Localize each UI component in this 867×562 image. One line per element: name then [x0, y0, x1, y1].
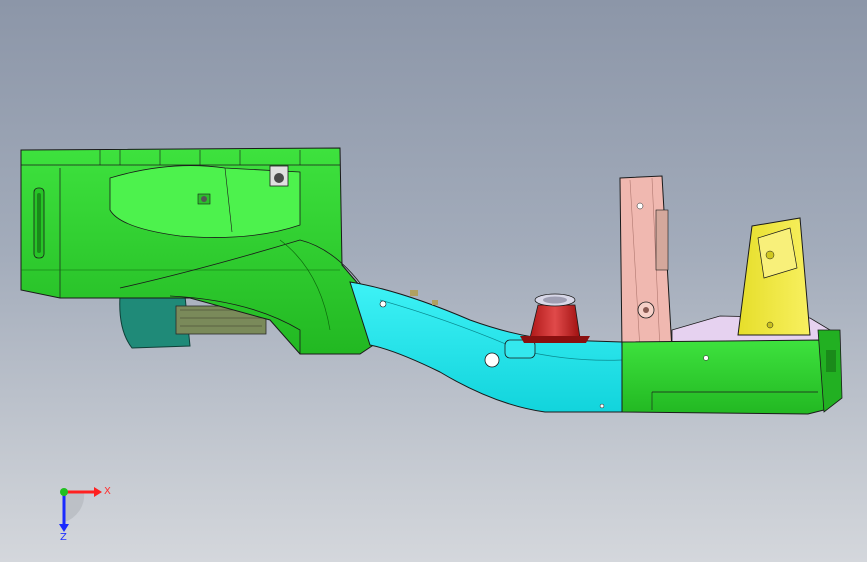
frame-rail-model[interactable] — [0, 0, 867, 562]
triad-icon — [59, 487, 102, 532]
yellow-bracket-part[interactable] — [737, 217, 811, 336]
green-front-rail-part[interactable] — [621, 329, 843, 415]
pink-shock-tower-part[interactable] — [619, 175, 673, 351]
triad-z-label: Z — [60, 532, 67, 543]
3d-viewport[interactable]: X Z — [0, 0, 867, 562]
triad-x-label: X — [104, 486, 111, 497]
cyan-kickup-rail-part[interactable] — [349, 281, 623, 413]
red-bump-stop-part[interactable] — [520, 293, 590, 343]
orientation-triad: X Z — [44, 478, 124, 548]
